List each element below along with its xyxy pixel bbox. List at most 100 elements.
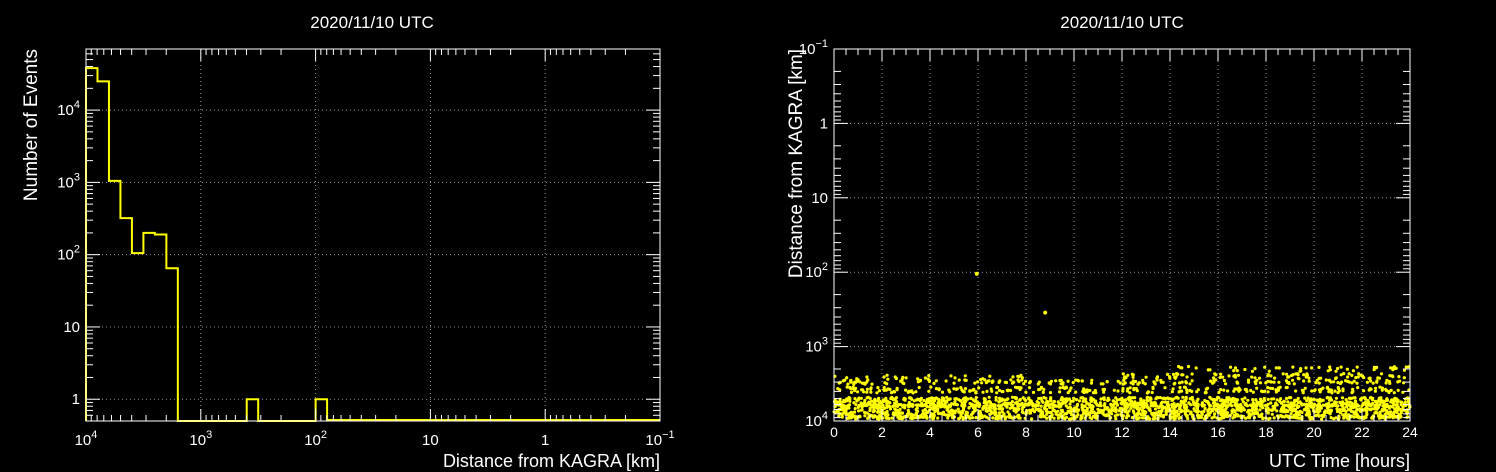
- scatter-point: [953, 397, 957, 401]
- scatter-point: [884, 388, 888, 392]
- scatter-point: [1317, 381, 1321, 385]
- scatter-point: [1233, 415, 1237, 419]
- scatter-point: [954, 387, 958, 391]
- scatter-point: [1003, 415, 1008, 419]
- scatter-point: [1207, 402, 1211, 406]
- scatter-point: [1358, 415, 1362, 420]
- scatter-point: [1344, 379, 1348, 383]
- scatter-point: [974, 396, 978, 400]
- scatter-point: [1063, 412, 1067, 416]
- scatter-point: [1305, 399, 1309, 403]
- scatter-point: [1190, 372, 1194, 376]
- scatter-point: [1351, 410, 1356, 414]
- scatter-point: [982, 401, 986, 405]
- scatter-point: [927, 389, 931, 393]
- scatter-point: [1329, 380, 1333, 384]
- scatter-point: [978, 409, 982, 413]
- scatter-point: [892, 390, 897, 394]
- scatter-point: [846, 397, 850, 401]
- scatter-point: [865, 387, 870, 391]
- scatter-point: [1348, 400, 1352, 404]
- scatter-point: [1358, 408, 1362, 412]
- scatter-point: [915, 406, 919, 410]
- scatter-point: [1074, 390, 1078, 394]
- scatter-point: [1296, 416, 1300, 420]
- scatter-point: [1314, 414, 1318, 418]
- scatter-point: [1369, 387, 1373, 391]
- scatter-point: [934, 379, 938, 383]
- scatter-point: [1039, 409, 1043, 414]
- scatter-point: [1051, 402, 1055, 406]
- scatter-point: [1101, 382, 1105, 386]
- scatter-point: [1263, 365, 1267, 369]
- scatter-point: [1000, 398, 1004, 402]
- scatter-point: [1277, 366, 1281, 370]
- scatter-point: [1355, 412, 1359, 416]
- scatter-point: [1112, 388, 1116, 392]
- scatter-point: [1222, 401, 1226, 405]
- scatter-point: [959, 414, 963, 418]
- scatter-point: [1082, 390, 1086, 395]
- scatter-point: [1233, 402, 1237, 406]
- scatter-point: [909, 412, 913, 416]
- scatter-point: [904, 388, 908, 392]
- scatter-point: [987, 399, 992, 403]
- scatter-point: [1203, 390, 1207, 395]
- scatter-point: [1167, 397, 1171, 401]
- scatter-point: [894, 408, 898, 412]
- scatter-point: [1028, 381, 1032, 385]
- scatter-point: [996, 404, 1001, 408]
- scatter-point: [1399, 411, 1403, 415]
- scatter-point: [1378, 413, 1382, 417]
- scatter-point: [1074, 378, 1078, 382]
- scatter-point: [1158, 411, 1162, 415]
- scatter-point: [988, 374, 992, 378]
- scatter-point: [883, 381, 887, 385]
- scatter-point: [1145, 391, 1149, 395]
- scatter-point: [1334, 400, 1338, 404]
- scatter-point: [873, 397, 877, 401]
- scatter-point: [1393, 407, 1397, 411]
- scatter-point: [859, 408, 864, 412]
- scatter-point: [1024, 379, 1028, 383]
- scatter-point: [853, 397, 857, 401]
- scatter-point: [1094, 416, 1098, 420]
- scatter-point: [1081, 399, 1085, 403]
- scatter-point: [1233, 410, 1237, 414]
- scatter-point: [1289, 412, 1293, 416]
- scatter-point: [1254, 404, 1258, 408]
- scatter-point: [1064, 404, 1068, 408]
- scatter-point: [1250, 375, 1254, 379]
- scatter-point: [863, 402, 867, 406]
- scatter-point: [944, 379, 948, 383]
- scatter-point: [1121, 389, 1125, 393]
- scatter-point: [1395, 403, 1399, 408]
- scatter-point: [847, 403, 852, 407]
- scatter-x-tick-label: 16: [1210, 424, 1226, 440]
- scatter-point: [902, 403, 906, 407]
- scatter-point: [866, 403, 870, 407]
- scatter-point: [936, 416, 940, 420]
- scatter-point: [846, 412, 851, 416]
- scatter-point: [1019, 373, 1023, 377]
- histogram-y-axis-label: Number of Events: [21, 49, 42, 201]
- scatter-point: [1203, 406, 1207, 411]
- scatter-point: [1125, 411, 1129, 415]
- scatter-point: [856, 378, 860, 382]
- scatter-x-tick-label: 14: [1162, 424, 1178, 440]
- scatter-point: [1336, 380, 1340, 385]
- scatter-point: [952, 381, 956, 385]
- scatter-y-axis-label: Distance from KAGRA [km]: [786, 49, 807, 278]
- scatter-point: [1292, 408, 1296, 413]
- scatter-point: [1159, 378, 1163, 382]
- scatter-point: [1005, 398, 1009, 402]
- scatter-point: [1275, 398, 1279, 402]
- scatter-point: [904, 376, 908, 380]
- scatter-point: [1253, 376, 1257, 380]
- scatter-point: [1017, 379, 1021, 384]
- scatter-point: [1365, 380, 1369, 384]
- scatter-point: [1371, 401, 1375, 405]
- scatter-point: [1170, 398, 1174, 402]
- scatter-point: [1106, 396, 1110, 400]
- scatter-point: [1374, 366, 1378, 370]
